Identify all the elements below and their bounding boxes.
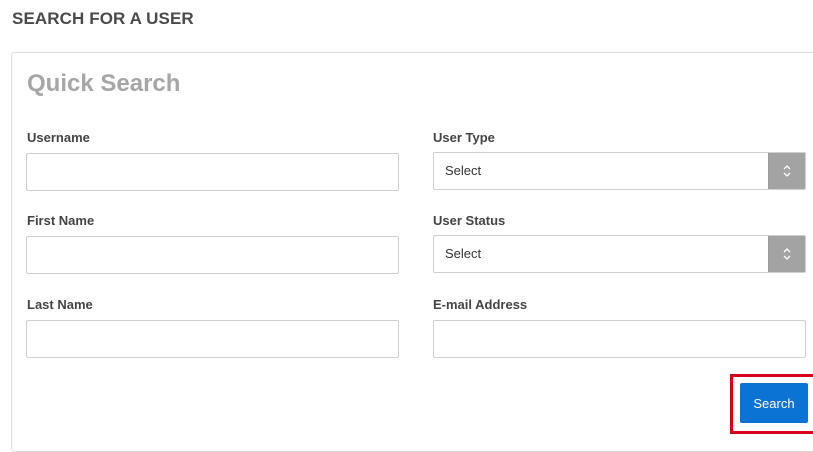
- user-type-selected-value: Select: [445, 163, 482, 178]
- username-input[interactable]: [26, 153, 399, 191]
- username-label: Username: [27, 130, 90, 145]
- first-name-input[interactable]: [26, 236, 399, 274]
- email-label: E-mail Address: [433, 297, 528, 312]
- last-name-label: Last Name: [27, 297, 93, 312]
- search-button[interactable]: Search: [740, 383, 808, 423]
- user-type-label: User Type: [433, 130, 495, 145]
- page-title: SEARCH FOR A USER: [12, 9, 194, 28]
- user-status-dropdown-toggle[interactable]: [768, 236, 805, 272]
- chevron-up-down-icon: [783, 248, 791, 260]
- quick-search-title: Quick Search: [27, 70, 181, 97]
- chevron-up-down-icon: [783, 165, 791, 177]
- user-type-select[interactable]: Select: [433, 152, 806, 190]
- first-name-label: First Name: [27, 213, 95, 228]
- user-type-dropdown-toggle[interactable]: [768, 153, 805, 189]
- user-status-selected-value: Select: [445, 246, 482, 261]
- email-input[interactable]: [433, 320, 806, 358]
- user-status-label: User Status: [433, 213, 506, 228]
- user-status-select[interactable]: Select: [433, 235, 806, 273]
- last-name-input[interactable]: [26, 320, 399, 358]
